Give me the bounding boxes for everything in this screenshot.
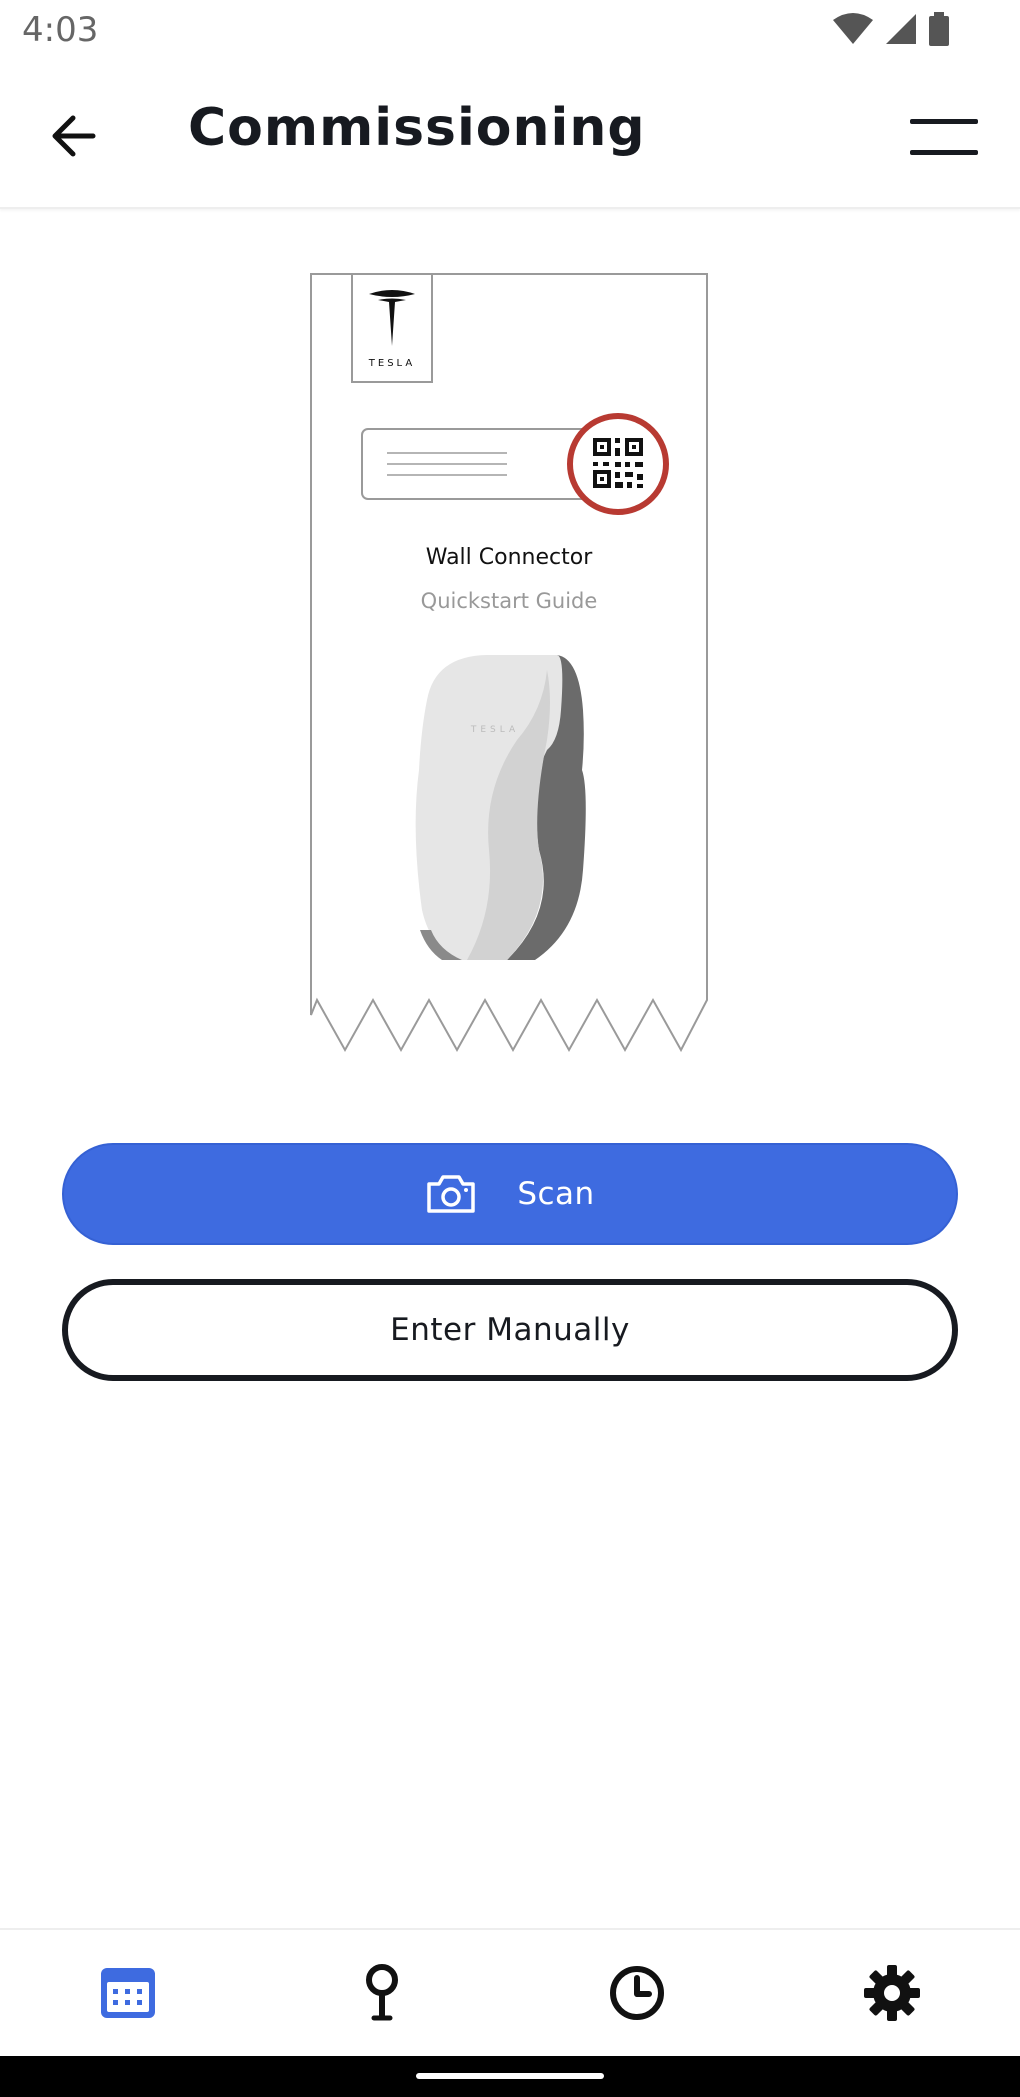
back-button[interactable] [38,106,108,166]
location-pin-icon [366,1964,398,2021]
wifi-icon [833,13,873,44]
enter-manually-button[interactable]: Enter Manually [62,1279,958,1381]
status-time: 4:03 [22,10,99,50]
clock-icon [610,1966,664,2020]
hamburger-menu-icon [910,119,978,155]
guide-title: Wall Connector [425,545,593,570]
status-icons [832,12,950,46]
calendar-icon [101,1968,155,2018]
battery-icon [929,12,949,46]
page-title: Commissioning [188,98,646,158]
app-header: Commissioning [0,64,1020,209]
enter-manually-label: Enter Manually [390,1312,630,1348]
tesla-wordmark: TESLA [368,358,415,369]
camera-icon [427,1175,476,1213]
nav-item-location[interactable] [342,1958,422,2028]
home-indicator[interactable] [416,2073,604,2079]
signal-icon [886,14,916,44]
nav-item-settings[interactable] [852,1958,932,2028]
arrow-left-icon [52,115,96,157]
nav-item-schedule[interactable] [88,1958,168,2028]
guide-subtitle: Quickstart Guide [420,589,598,613]
scan-button-label: Scan [517,1176,595,1212]
quickstart-guide-illustration: TESLA TESLA [310,273,708,1053]
gear-icon [864,1965,920,2021]
status-bar: 4:03 [0,0,1020,64]
wall-connector-image [415,655,586,960]
menu-button[interactable] [896,102,992,172]
bottom-nav [0,1928,1020,2058]
system-nav-bar [0,2056,1020,2097]
device-brand-label: TESLA [470,725,519,735]
nav-item-history[interactable] [597,1958,677,2028]
scan-button[interactable]: Scan [62,1143,958,1245]
